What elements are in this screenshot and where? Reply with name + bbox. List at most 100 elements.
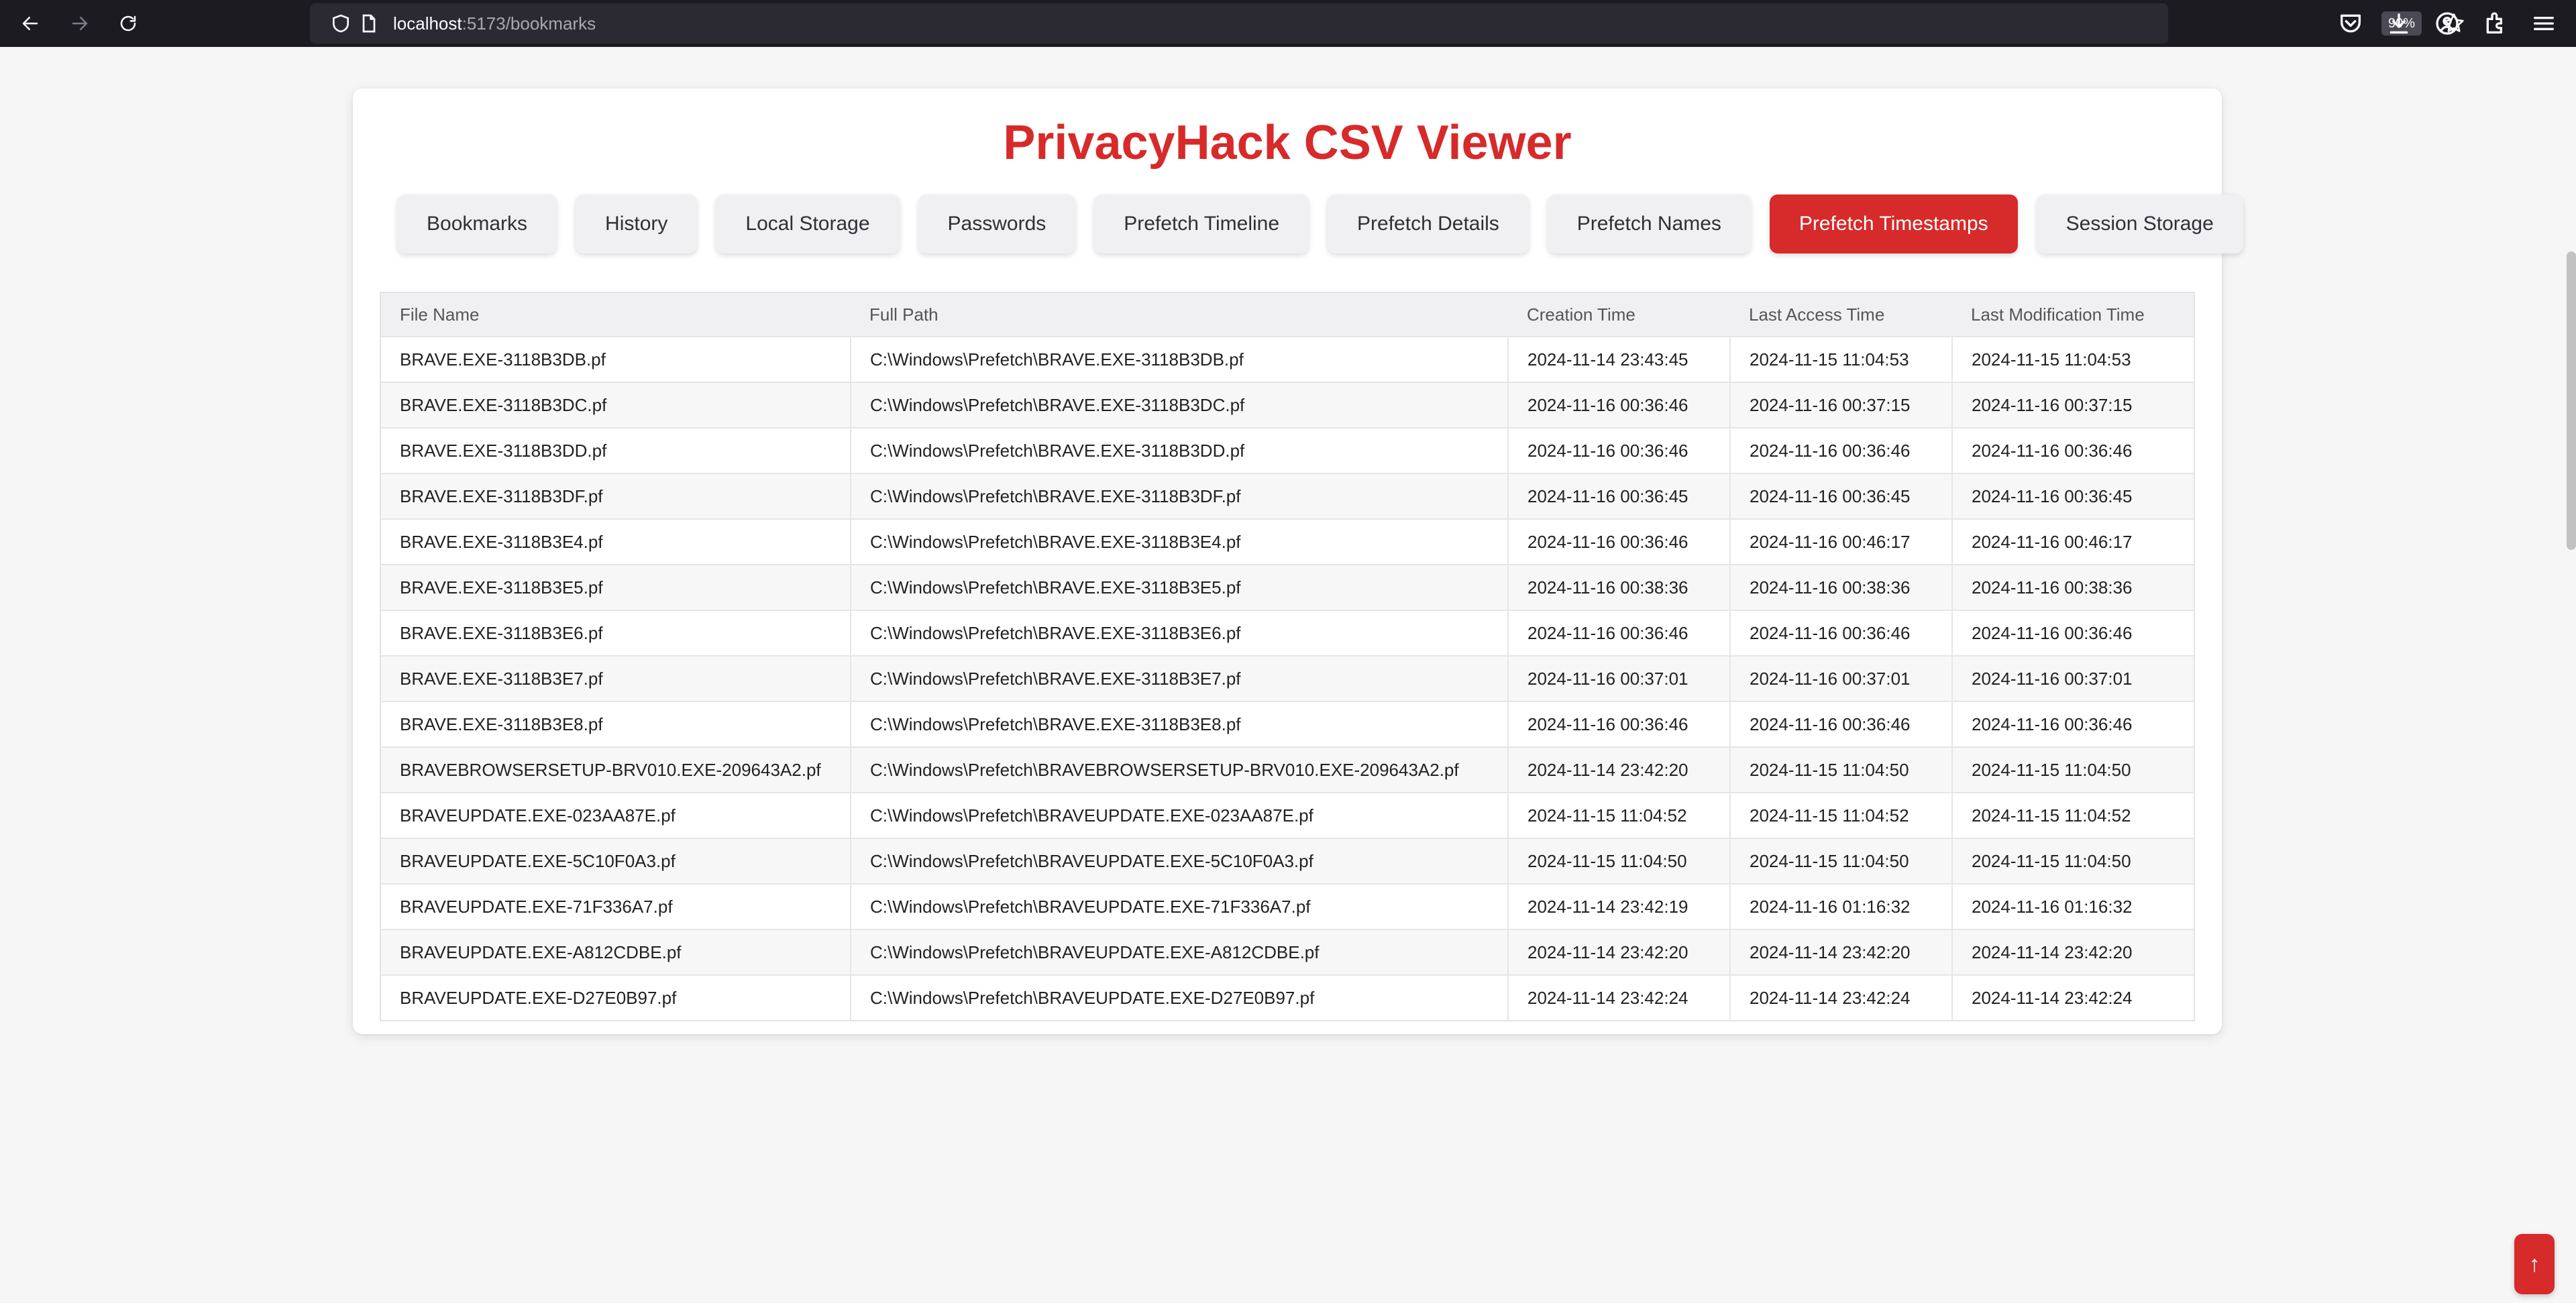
cell-creation-time: 2024-11-15 11:04:52 — [1507, 792, 1730, 838]
column-header-full-path[interactable]: Full Path — [851, 293, 1508, 337]
pocket-icon[interactable] — [2337, 10, 2364, 37]
url-host: localhost — [393, 13, 462, 34]
tab-prefetch-timeline[interactable]: Prefetch Timeline — [1094, 194, 1309, 253]
cell-creation-time: 2024-11-16 00:37:01 — [1507, 655, 1730, 701]
column-header-last-modification-time[interactable]: Last Modification Time — [1952, 293, 2194, 337]
cell-last-modification-time: 2024-11-16 00:36:45 — [1951, 473, 2194, 519]
cell-full-path: C:\Windows\Prefetch\BRAVEUPDATE.EXE-023A… — [850, 792, 1508, 838]
cell-full-path: C:\Windows\Prefetch\BRAVE.EXE-3118B3E8.p… — [850, 701, 1508, 747]
cell-last-access-time: 2024-11-14 23:42:24 — [1729, 974, 1952, 1020]
tab-prefetch-names[interactable]: Prefetch Names — [1547, 194, 1751, 253]
cell-full-path: C:\Windows\Prefetch\BRAVEUPDATE.EXE-A812… — [850, 929, 1508, 975]
browser-toolbar: localhost:5173/bookmarks 90% — [0, 0, 2576, 47]
table-row: BRAVEUPDATE.EXE-023AA87E.pf C:\Windows\Pr… — [381, 792, 2194, 838]
cell-file-name: BRAVE.EXE-3118B3E7.pf — [381, 655, 851, 701]
cell-last-access-time: 2024-11-14 23:42:20 — [1729, 929, 1952, 975]
cell-last-access-time: 2024-11-16 00:36:45 — [1729, 473, 1952, 519]
cell-creation-time: 2024-11-14 23:42:24 — [1507, 974, 1730, 1020]
table-body: BRAVE.EXE-3118B3DB.pf C:\Windows\Prefetch… — [381, 336, 2194, 1020]
cell-last-access-time: 2024-11-16 00:36:46 — [1729, 701, 1952, 747]
table-row: BRAVE.EXE-3118B3DC.pf C:\Windows\Prefetch… — [381, 382, 2194, 428]
cell-file-name: BRAVE.EXE-3118B3E4.pf — [381, 518, 851, 565]
extensions-icon[interactable] — [2482, 10, 2509, 37]
cell-last-access-time: 2024-11-16 00:37:15 — [1729, 382, 1952, 428]
cell-creation-time: 2024-11-15 11:04:50 — [1507, 838, 1730, 884]
cell-creation-time: 2024-11-14 23:43:45 — [1507, 336, 1730, 382]
cell-last-modification-time: 2024-11-14 23:42:24 — [1951, 974, 2194, 1020]
cell-creation-time: 2024-11-16 00:36:46 — [1507, 427, 1730, 473]
cell-last-access-time: 2024-11-15 11:04:50 — [1729, 746, 1952, 793]
table-row: BRAVE.EXE-3118B3DB.pf C:\Windows\Prefetch… — [381, 336, 2194, 382]
cell-full-path: C:\Windows\Prefetch\BRAVE.EXE-3118B3DF.p… — [850, 473, 1508, 519]
cell-last-modification-time: 2024-11-16 00:37:15 — [1951, 382, 2194, 428]
cell-file-name: BRAVEUPDATE.EXE-71F336A7.pf — [381, 883, 851, 929]
back-arrow-icon[interactable] — [12, 5, 48, 42]
cell-last-access-time: 2024-11-16 00:37:01 — [1729, 655, 1952, 701]
page-scrollbar[interactable] — [2567, 251, 2576, 550]
cell-file-name: BRAVEBROWSERSETUP-BRV010.EXE-209643A2.pf — [381, 746, 851, 793]
cell-last-modification-time: 2024-11-16 00:36:46 — [1951, 427, 2194, 473]
cell-creation-time: 2024-11-14 23:42:20 — [1507, 929, 1730, 975]
cell-creation-time: 2024-11-14 23:42:20 — [1507, 746, 1730, 793]
url-path: :5173/bookmarks — [462, 13, 596, 34]
address-bar[interactable]: localhost:5173/bookmarks 90% — [310, 3, 2464, 44]
cell-full-path: C:\Windows\Prefetch\BRAVEUPDATE.EXE-5C10… — [850, 838, 1508, 884]
cell-full-path: C:\Windows\Prefetch\BRAVE.EXE-3118B3DC.p… — [850, 382, 1508, 428]
scroll-to-top-button[interactable]: ↑ — [2514, 1234, 2555, 1294]
forward-arrow-icon[interactable] — [62, 5, 98, 42]
cell-last-access-time: 2024-11-16 01:16:32 — [1729, 883, 1952, 929]
cell-full-path: C:\Windows\Prefetch\BRAVE.EXE-3118B3DD.p… — [850, 427, 1508, 473]
tab-local-storage[interactable]: Local Storage — [716, 194, 900, 253]
cell-last-modification-time: 2024-11-16 00:46:17 — [1951, 518, 2194, 565]
download-icon[interactable] — [2385, 10, 2412, 37]
cell-last-access-time: 2024-11-15 11:04:50 — [1729, 838, 1952, 884]
cell-last-modification-time: 2024-11-15 11:04:53 — [1951, 336, 2194, 382]
cell-creation-time: 2024-11-16 00:36:46 — [1507, 382, 1730, 428]
cell-full-path: C:\Windows\Prefetch\BRAVE.EXE-3118B3DB.p… — [850, 336, 1508, 382]
column-header-file-name[interactable]: File Name — [381, 293, 851, 337]
tab-bar: Bookmarks History Local Storage Password… — [397, 194, 2243, 253]
tab-history[interactable]: History — [576, 194, 698, 253]
column-header-last-access-time[interactable]: Last Access Time — [1730, 293, 1952, 337]
column-header-creation-time[interactable]: Creation Time — [1508, 293, 1730, 337]
tab-session-storage[interactable]: Session Storage — [2036, 194, 2243, 253]
cell-last-modification-time: 2024-11-15 11:04:52 — [1951, 792, 2194, 838]
url-text[interactable]: localhost:5173/bookmarks — [393, 13, 596, 34]
tab-prefetch-timestamps[interactable]: Prefetch Timestamps — [1769, 194, 2018, 253]
reload-icon[interactable] — [110, 5, 146, 42]
cell-full-path: C:\Windows\Prefetch\BRAVEUPDATE.EXE-D27E… — [850, 974, 1508, 1020]
cell-file-name: BRAVE.EXE-3118B3E5.pf — [381, 564, 851, 610]
prefetch-timestamps-table: File Name Full Path Creation Time Last A… — [381, 293, 2194, 1020]
cell-file-name: BRAVEUPDATE.EXE-D27E0B97.pf — [381, 974, 851, 1020]
cell-file-name: BRAVEUPDATE.EXE-5C10F0A3.pf — [381, 838, 851, 884]
cell-file-name: BRAVEUPDATE.EXE-023AA87E.pf — [381, 792, 851, 838]
cell-creation-time: 2024-11-14 23:42:19 — [1507, 883, 1730, 929]
cell-last-access-time: 2024-11-16 00:46:17 — [1729, 518, 1952, 565]
cell-last-modification-time: 2024-11-16 01:16:32 — [1951, 883, 2194, 929]
cell-last-access-time: 2024-11-15 11:04:52 — [1729, 792, 1952, 838]
cell-last-modification-time: 2024-11-16 00:36:46 — [1951, 610, 2194, 656]
page-icon[interactable] — [358, 13, 380, 34]
cell-last-access-time: 2024-11-16 00:36:46 — [1729, 427, 1952, 473]
cell-last-modification-time: 2024-11-16 00:36:46 — [1951, 701, 2194, 747]
account-icon[interactable] — [2434, 10, 2461, 37]
cell-file-name: BRAVE.EXE-3118B3DC.pf — [381, 382, 851, 428]
tab-prefetch-details[interactable]: Prefetch Details — [1328, 194, 1529, 253]
cell-file-name: BRAVE.EXE-3118B3E8.pf — [381, 701, 851, 747]
table-row: BRAVEUPDATE.EXE-D27E0B97.pf C:\Windows\Pr… — [381, 974, 2194, 1020]
cell-last-modification-time: 2024-11-14 23:42:20 — [1951, 929, 2194, 975]
data-table-container: File Name Full Path Creation Time Last A… — [380, 292, 2195, 1021]
table-row: BRAVEUPDATE.EXE-71F336A7.pf C:\Windows\Pr… — [381, 883, 2194, 929]
menu-icon[interactable] — [2530, 10, 2557, 37]
tab-passwords[interactable]: Passwords — [918, 194, 1076, 253]
tab-bookmarks[interactable]: Bookmarks — [397, 194, 557, 253]
cell-last-access-time: 2024-11-16 00:38:36 — [1729, 564, 1952, 610]
page-title: PrivacyHack CSV Viewer — [1003, 116, 1572, 170]
cell-file-name: BRAVE.EXE-3118B3DD.pf — [381, 427, 851, 473]
table-row: BRAVEBROWSERSETUP-BRV010.EXE-209643A2.pf… — [381, 746, 2194, 793]
table-header-row: File Name Full Path Creation Time Last A… — [381, 293, 2194, 337]
table-row: BRAVEUPDATE.EXE-5C10F0A3.pf C:\Windows\Pr… — [381, 838, 2194, 884]
shield-icon[interactable] — [330, 13, 352, 34]
table-row: BRAVE.EXE-3118B3E4.pf C:\Windows\Prefetch… — [381, 518, 2194, 565]
table-row: BRAVE.EXE-3118B3E5.pf C:\Windows\Prefetch… — [381, 564, 2194, 610]
